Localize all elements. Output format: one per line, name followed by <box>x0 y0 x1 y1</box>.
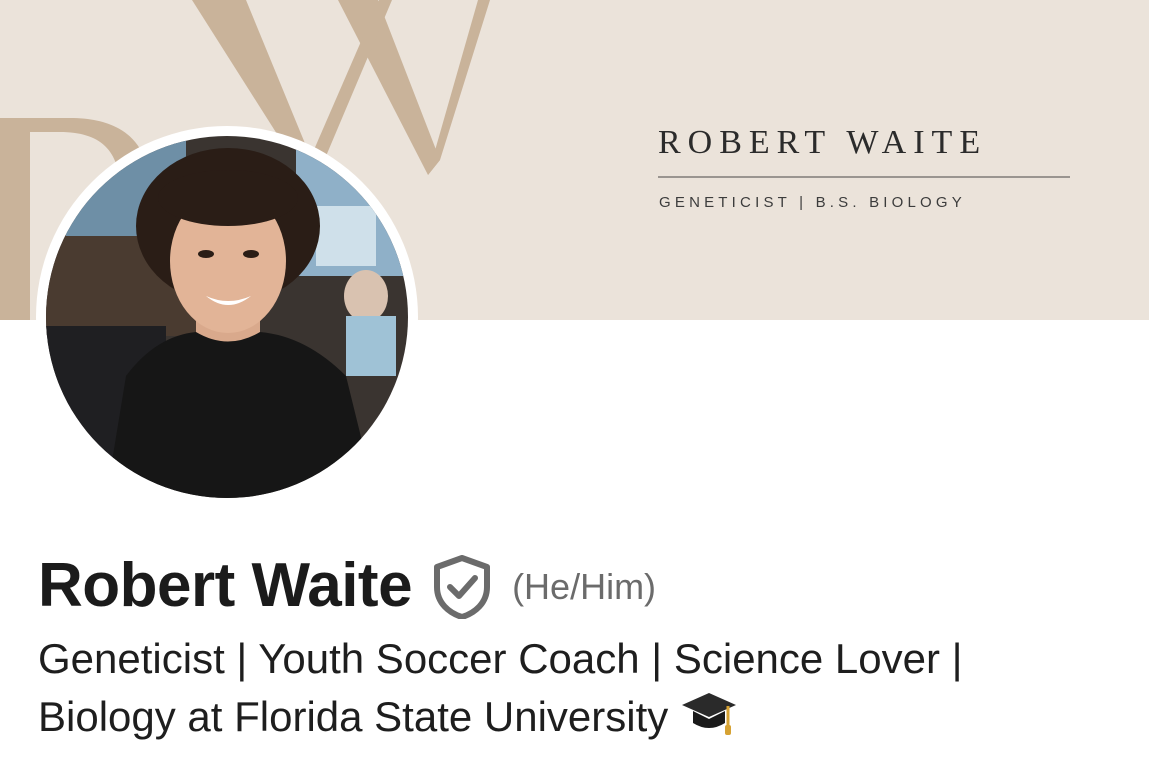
pronouns: (He/Him) <box>512 566 657 607</box>
headline-text-2: Biology at Florida State University <box>38 693 669 740</box>
headline-line-1: Geneticist | Youth Soccer Coach | Scienc… <box>38 635 963 682</box>
graduation-cap-icon <box>682 693 737 735</box>
banner-subtitle: GENETICIST | B.S. BIOLOGY <box>659 194 967 211</box>
shield-check-icon[interactable] <box>432 555 492 619</box>
name-row: Robert Waite (He/Him) <box>38 548 656 622</box>
banner-divider <box>658 176 1070 178</box>
profile-photo <box>46 136 408 498</box>
avatar[interactable] <box>36 126 418 508</box>
headline-line-2: Biology at Florida State University <box>38 688 1138 746</box>
profile-name: Robert Waite <box>38 550 413 620</box>
banner-name: ROBERT WAITE <box>658 124 988 161</box>
profile-card: ROBERT WAITE GENETICIST | B.S. BIOLOGY R… <box>0 0 1149 770</box>
profile-headline: Geneticist | Youth Soccer Coach | Scienc… <box>38 630 1138 746</box>
